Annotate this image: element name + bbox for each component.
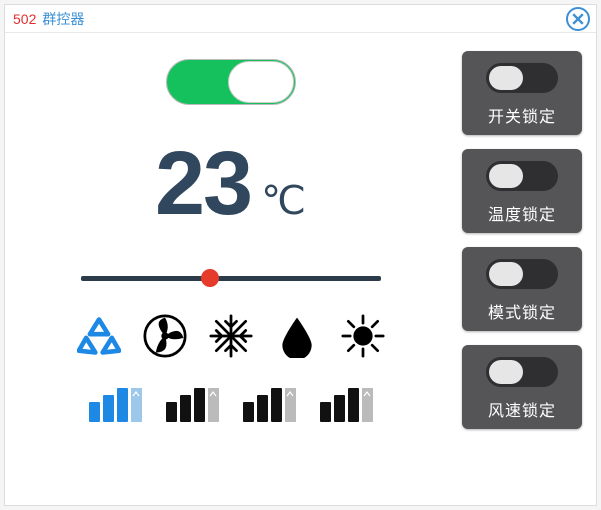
lock-label: 开关锁定 — [488, 103, 556, 127]
lock-card-power: 开关锁定 — [462, 51, 582, 135]
snowflake-icon — [209, 314, 253, 358]
mode-heat[interactable] — [339, 312, 387, 360]
power-toggle[interactable] — [166, 59, 296, 105]
fan-level-mid[interactable] — [166, 388, 219, 422]
locks-column: 开关锁定 温度锁定 模式锁定 风速锁定 — [456, 33, 596, 505]
slider-track — [81, 276, 381, 281]
temp-lock-toggle[interactable] — [486, 161, 558, 191]
fan-auto-badge — [208, 388, 219, 422]
fan-bar — [180, 395, 191, 422]
close-button[interactable] — [566, 7, 590, 31]
power-toggle-knob — [228, 61, 294, 103]
control-panel-window: 502 群控器 23 ℃ — [4, 4, 597, 506]
temperature-value: 23 — [155, 133, 251, 236]
chevron-up-icon — [132, 390, 140, 398]
lock-label: 模式锁定 — [488, 299, 556, 323]
main-pane: 23 ℃ — [5, 33, 456, 505]
fan-level-auto[interactable] — [320, 388, 373, 422]
mode-row — [75, 312, 387, 360]
droplet-icon — [275, 314, 319, 358]
power-lock-toggle[interactable] — [486, 63, 558, 93]
mode-auto[interactable] — [75, 312, 123, 360]
fan-auto-badge — [362, 388, 373, 422]
slider-thumb[interactable] — [201, 269, 219, 287]
fan-bar — [103, 395, 114, 422]
device-name: 群控器 — [42, 9, 84, 29]
fan-auto-badge — [285, 388, 296, 422]
fan-auto-badge — [131, 388, 142, 422]
fan-lock-toggle[interactable] — [486, 357, 558, 387]
chevron-up-icon — [209, 390, 217, 398]
toggle-knob — [489, 262, 523, 286]
fan-bar — [257, 395, 268, 422]
toggle-knob — [489, 164, 523, 188]
fan-bar — [89, 402, 100, 422]
sun-icon — [341, 314, 385, 358]
mode-lock-toggle[interactable] — [486, 259, 558, 289]
fan-bar — [117, 388, 128, 422]
mode-dry[interactable] — [273, 312, 321, 360]
lock-card-mode: 模式锁定 — [462, 247, 582, 331]
lock-label: 温度锁定 — [488, 201, 556, 225]
lock-card-temp: 温度锁定 — [462, 149, 582, 233]
titlebar: 502 群控器 — [5, 5, 596, 33]
chevron-up-icon — [363, 390, 371, 398]
lock-card-fan: 风速锁定 — [462, 345, 582, 429]
fan-level-low[interactable] — [89, 388, 142, 422]
fan-bar — [334, 395, 345, 422]
device-code: 502 — [13, 11, 36, 27]
fan-bar — [320, 402, 331, 422]
fan-bar — [243, 402, 254, 422]
fan-speed-row — [89, 388, 373, 422]
content: 23 ℃ — [5, 33, 596, 505]
recycle-icon — [77, 314, 121, 358]
mode-fan[interactable] — [141, 312, 189, 360]
chevron-up-icon — [286, 390, 294, 398]
fan-bar — [166, 402, 177, 422]
fan-bar — [348, 388, 359, 422]
fan-level-high[interactable] — [243, 388, 296, 422]
temperature-slider[interactable] — [81, 270, 381, 286]
mode-cool[interactable] — [207, 312, 255, 360]
close-icon — [572, 13, 584, 25]
fan-bar — [194, 388, 205, 422]
toggle-knob — [489, 66, 523, 90]
temperature-unit: ℃ — [261, 178, 306, 224]
fan-bar — [271, 388, 282, 422]
temperature-display: 23 ℃ — [155, 133, 306, 236]
toggle-knob — [489, 360, 523, 384]
lock-label: 风速锁定 — [488, 397, 556, 421]
fan-icon — [143, 314, 187, 358]
